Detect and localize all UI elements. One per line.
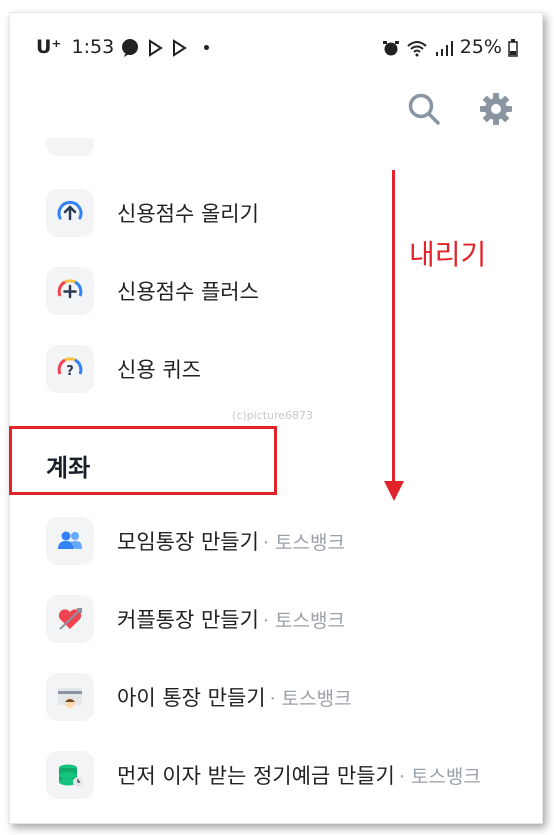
battery-percent: 25% (459, 36, 502, 58)
score-up-icon (46, 189, 94, 237)
list-item-label: 아이 통장 만들기 (117, 686, 266, 710)
list-item-provider: · 토스뱅크 (262, 609, 345, 632)
list-item-provider: · 토스뱅크 (262, 531, 345, 554)
search-button[interactable] (406, 91, 442, 127)
scroll-arrow (392, 170, 395, 485)
scroll-annotation-text: 내리기 (409, 238, 487, 271)
search-icon (408, 93, 440, 125)
list-item-couple-account[interactable]: 커플통장 만들기 · 토스뱅크 (46, 594, 526, 644)
score-plus-icon (46, 267, 94, 315)
carrier-label: U⁺ (36, 36, 62, 58)
list-item-label: 신용점수 플러스 (117, 280, 259, 304)
list-item-label: 커플통장 만들기 (117, 608, 259, 632)
wifi-icon (406, 40, 427, 56)
gear-icon (480, 93, 512, 125)
list-item-group-account[interactable]: 모임통장 만들기 · 토스뱅크 (46, 516, 526, 566)
settings-button[interactable] (478, 91, 514, 127)
list-item-label: 신용점수 올리기 (117, 202, 259, 226)
chat-icon (122, 38, 139, 57)
arrow-down-icon (384, 481, 404, 501)
heart-arrow-icon (46, 595, 94, 643)
battery-icon (508, 38, 518, 57)
signal-icon (435, 40, 453, 56)
coin-stack-icon (46, 751, 94, 799)
list-item-label: 먼저 이자 받는 정기예금 만들기 (117, 764, 395, 788)
clock: 1:53 (71, 36, 115, 58)
list-item-credit-up[interactable]: 신용점수 올리기 (46, 188, 526, 238)
list-item-credit-plus[interactable]: 신용점수 플러스 (46, 266, 526, 316)
play-icon (173, 38, 188, 57)
group-people-icon (46, 517, 94, 565)
play-icon (149, 38, 164, 57)
list-item-child-account[interactable]: 아이 통장 만들기 · 토스뱅크 (46, 672, 526, 722)
highlight-box (9, 426, 277, 495)
list-item-provider: · 토스뱅크 (398, 765, 481, 788)
child-card-icon (46, 673, 94, 721)
status-left: U⁺ 1:53 (36, 36, 210, 58)
watermark: (c)picture6873 (232, 409, 314, 422)
list-item-provider: · 토스뱅크 (269, 687, 352, 710)
list-item-credit-quiz[interactable]: ? 신용 퀴즈 (46, 344, 526, 394)
dot-icon (204, 45, 210, 50)
svg-text:?: ? (66, 364, 74, 379)
list-item-label: 신용 퀴즈 (117, 358, 201, 382)
list-item-label: 모임통장 만들기 (117, 530, 259, 554)
alarm-icon (382, 40, 399, 55)
status-bar: U⁺ 1:53 25% (28, 36, 518, 60)
score-quiz-icon: ? (46, 345, 94, 393)
scrolled-item-icon (46, 138, 94, 158)
list-item-deposit[interactable]: 먼저 이자 받는 정기예금 만들기 · 토스뱅크 (46, 750, 526, 800)
status-right: 25% (382, 36, 518, 58)
